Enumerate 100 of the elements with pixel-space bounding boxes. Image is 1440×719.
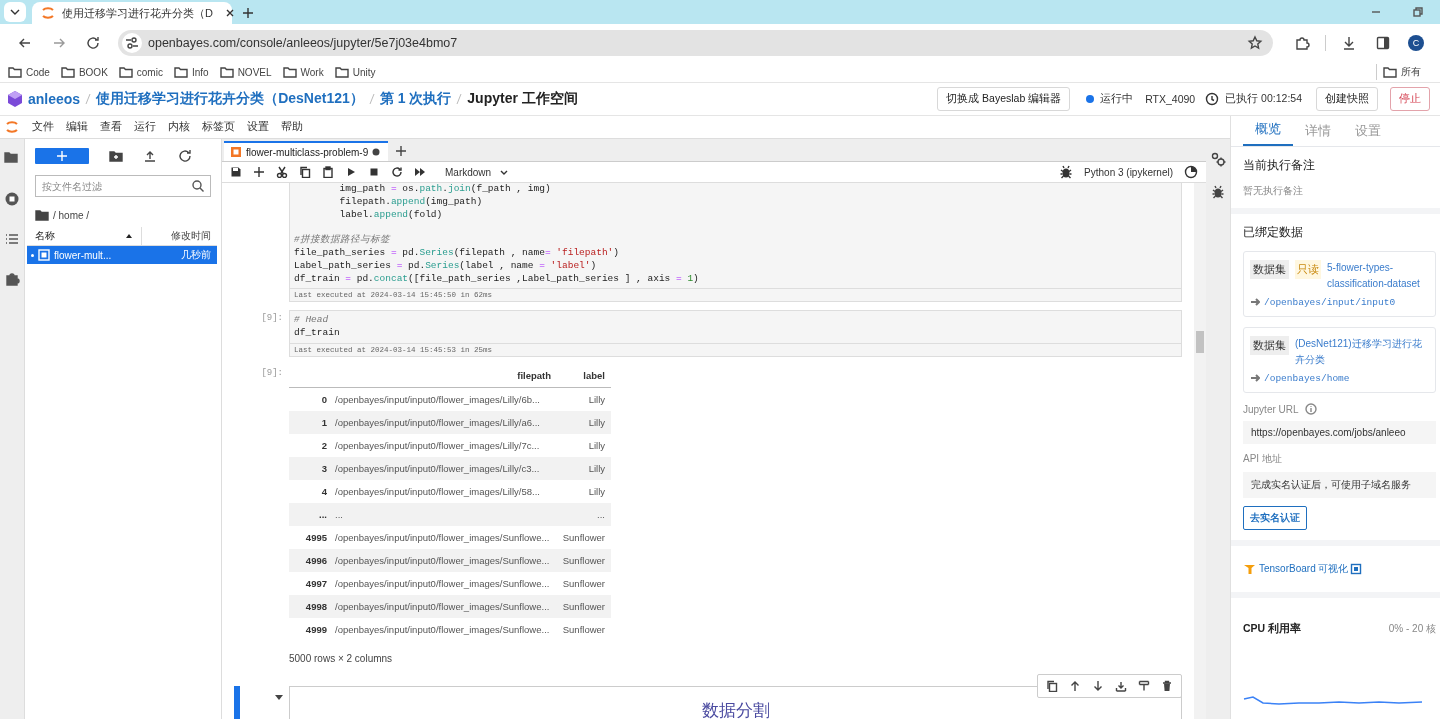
cell-type-dropdown[interactable]: Markdown [445, 166, 510, 178]
tab-list-button[interactable] [4, 2, 26, 22]
bookmark-folder[interactable]: NOVEL [219, 66, 272, 78]
delete-icon[interactable] [1161, 679, 1173, 692]
all-bookmarks-folder[interactable]: 所有 [1383, 65, 1421, 79]
browser-tab[interactable]: 使用迁移学习进行花卉分类（D [32, 2, 232, 24]
puzzle-icon[interactable] [4, 271, 20, 287]
menu-item[interactable]: 文件 [32, 120, 54, 134]
move-up-icon[interactable] [1069, 679, 1081, 692]
stop-icon[interactable] [368, 166, 380, 178]
open-external-icon [1350, 563, 1363, 575]
verify-button[interactable]: 去实名认证 [1243, 506, 1307, 530]
cpu-range: 0% - 20 核 [1388, 622, 1436, 636]
notebook-icon [230, 146, 242, 158]
paste-icon[interactable] [322, 166, 334, 178]
mount-path[interactable]: /openbayes/input/input0 [1264, 296, 1396, 308]
upload-icon[interactable] [143, 149, 157, 163]
insert-below-icon[interactable] [1138, 679, 1150, 692]
bug-icon[interactable] [1059, 165, 1074, 179]
bookmark-folder[interactable]: Code [8, 66, 50, 78]
status-text: 运行中 [1100, 92, 1134, 106]
type-badge: 数据集 [1250, 260, 1289, 279]
cut-icon[interactable] [276, 166, 288, 178]
reload-icon[interactable] [85, 35, 101, 51]
site-settings-icon[interactable] [124, 35, 140, 51]
fast-forward-icon[interactable] [414, 166, 426, 178]
file-row[interactable]: flower-mult... 几秒前 [27, 246, 217, 264]
run-icon[interactable] [345, 166, 357, 178]
column-header[interactable]: 修改时间 [142, 229, 217, 243]
address-bar[interactable]: openbayes.com/console/anleeos/jupyter/5e7j03e4bmo7 [118, 30, 1273, 56]
puzzle-icon[interactable] [1294, 35, 1310, 51]
menu-item[interactable]: 查看 [100, 120, 122, 134]
code-line: # Head [294, 314, 330, 328]
dataset-link[interactable]: 5-flower-types-classification-dataset [1327, 260, 1429, 292]
folder-icon [8, 66, 22, 78]
mount-path[interactable]: /openbayes/home [1264, 372, 1350, 384]
table-cell-text: Sunflower [561, 531, 606, 543]
code-line: df_train = pd.concat([file_path_series ,Label_path_series ] , axis = 1) [294, 272, 700, 286]
menu-item[interactable]: 标签页 [202, 120, 235, 134]
code-editor[interactable]: # Head df_train [289, 310, 1182, 344]
scrollbar[interactable] [1194, 183, 1206, 719]
notebook-tab[interactable]: flower-multiclass-problem-9 [224, 141, 389, 161]
breadcrumb-link[interactable]: 使用迁移学习进行花卉分类（DesNet121） [96, 90, 364, 108]
filter-field[interactable]: 按文件名过滤 [35, 175, 211, 197]
menu-item[interactable]: 编辑 [66, 120, 88, 134]
markdown-heading: 数据分割 [701, 699, 770, 719]
breadcrumb-link[interactable]: anleeos [28, 91, 81, 107]
refresh-icon[interactable] [177, 148, 193, 164]
new-folder-icon[interactable] [109, 150, 123, 162]
save-icon[interactable] [230, 166, 242, 178]
menu-item[interactable]: 帮助 [281, 120, 303, 134]
table-cell-text: Lilly [587, 462, 606, 474]
bug-icon[interactable] [1211, 185, 1225, 199]
download-icon[interactable] [1341, 35, 1357, 51]
table-cell-text: /openbayes/input/input0/flower_images/Sunflowe... [334, 623, 551, 635]
bookmark-folder[interactable]: comic [118, 66, 163, 78]
table-cell-text: Sunflower [561, 623, 606, 635]
bookmark-folder[interactable]: BOOK [60, 66, 108, 78]
breadcrumb-separator-icon [367, 91, 376, 107]
restore-icon[interactable] [1412, 6, 1424, 18]
new-launcher-button[interactable] [35, 148, 89, 164]
info-icon[interactable] [1304, 403, 1317, 415]
list-icon[interactable] [4, 231, 20, 247]
switch-editor-button[interactable]: 切换成 Bayeslab 编辑器 [937, 87, 1071, 111]
plus-icon[interactable] [253, 166, 265, 178]
breadcrumb-link[interactable]: 第 1 次执行 [379, 90, 452, 108]
close-icon[interactable] [224, 8, 235, 18]
new-tab-icon[interactable] [242, 7, 254, 19]
url-field[interactable]: https://openbayes.com/jobs/anleeo [1243, 421, 1436, 444]
sidebar-icon[interactable] [1375, 35, 1391, 51]
folder-icon [173, 66, 188, 78]
bookmark-folder[interactable]: Info [173, 66, 209, 78]
stop-icon[interactable] [4, 191, 20, 207]
kernel-name[interactable]: Python 3 (ipykernel) [1084, 166, 1173, 178]
menu-item[interactable]: 内核 [168, 120, 190, 134]
section-title: 已绑定数据 [1243, 224, 1304, 241]
api-field[interactable]: 完成实名认证后，可使用子域名服务 [1243, 472, 1436, 498]
bookmark-folder[interactable]: Unity [334, 66, 376, 78]
copy-icon[interactable] [299, 166, 311, 178]
star-icon[interactable] [1247, 35, 1263, 51]
insert-above-icon[interactable] [1115, 679, 1127, 692]
table-cell-text: /openbayes/input/input0/flower_images/Lilly/a6... [334, 416, 541, 428]
restart-icon[interactable] [391, 166, 403, 178]
duplicate-icon[interactable] [1046, 679, 1058, 692]
row-index: 3 [320, 462, 327, 474]
bookmark-folder[interactable]: Work [282, 66, 324, 78]
menu-item[interactable]: 运行 [134, 120, 156, 134]
sort-ascending-icon[interactable] [125, 232, 133, 240]
dataset-link[interactable]: (DesNet121)迁移学习进行花卉分类 [1295, 336, 1429, 368]
column-header[interactable]: 名称 [35, 229, 55, 243]
move-down-icon[interactable] [1092, 679, 1104, 692]
breadcrumb-path[interactable]: / home / [53, 209, 90, 221]
code-line: df_train [294, 327, 341, 340]
snapshot-button[interactable]: 创建快照 [1316, 87, 1378, 111]
profile-avatar[interactable]: C [1408, 35, 1424, 51]
table-cell-text: /openbayes/input/input0/flower_images/Sunflowe... [334, 554, 551, 566]
menu-item[interactable]: 设置 [247, 120, 269, 134]
table-cell-text: /openbayes/input/input0/flower_images/Sunflowe... [334, 600, 551, 612]
app-logo-icon [40, 5, 56, 21]
stop-button[interactable]: 停止 [1390, 87, 1430, 111]
